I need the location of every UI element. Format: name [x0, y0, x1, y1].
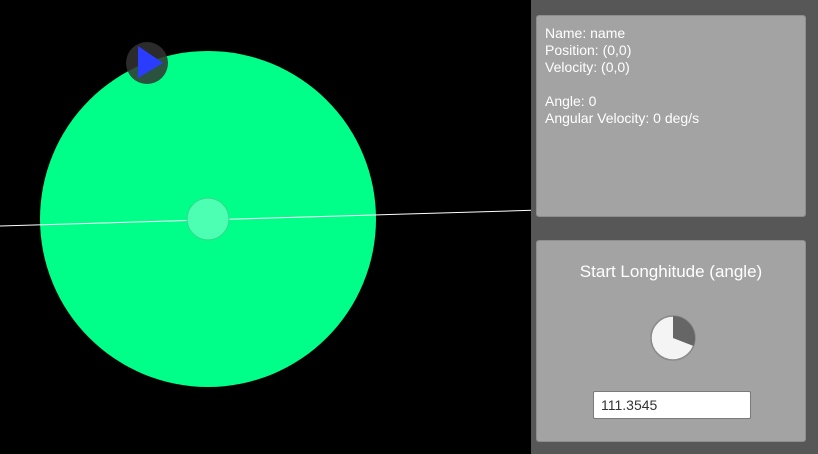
- start-longitude-title: Start Longhitude (angle): [579, 262, 763, 281]
- object-info-box: Name: name Position: (0,0) Velocity: (0,…: [536, 15, 806, 217]
- position-label: Position: (0,0): [545, 42, 632, 58]
- app-window: Name: name Position: (0,0) Velocity: (0,…: [0, 0, 818, 454]
- angle-dial[interactable]: [649, 314, 697, 362]
- angular-velocity-label: Angular Velocity: 0 deg/s: [545, 110, 700, 126]
- start-longitude-box: Start Longhitude (angle): [536, 240, 806, 442]
- start-longitude-input[interactable]: [593, 391, 751, 419]
- start-marker[interactable]: [126, 42, 168, 84]
- name-label: Name: name: [545, 25, 626, 41]
- scene-canvas[interactable]: [0, 0, 532, 454]
- planet-center-handle[interactable]: [186, 197, 230, 241]
- inspector-panel: Name: name Position: (0,0) Velocity: (0,…: [531, 0, 818, 454]
- simulation-viewport[interactable]: [0, 0, 532, 454]
- velocity-label: Velocity: (0,0): [545, 59, 630, 75]
- angle-label: Angle: 0: [545, 93, 597, 109]
